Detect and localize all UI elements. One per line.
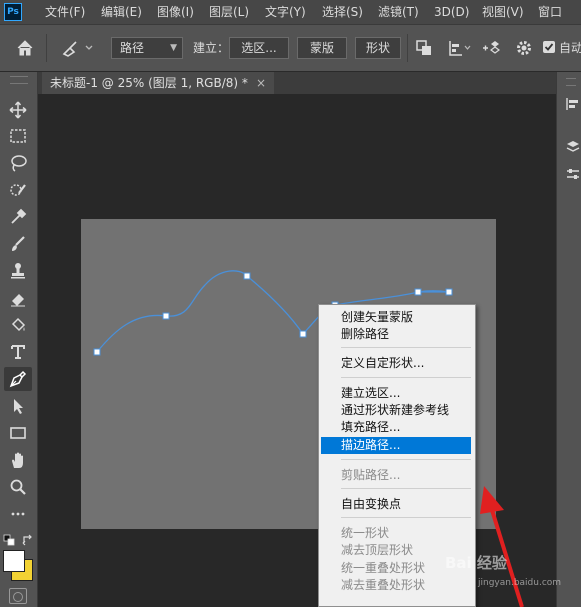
anchor-point[interactable] [445, 288, 453, 296]
menu-separator [341, 377, 471, 378]
menu-item-free-transform-points[interactable]: 自由变换点 [321, 496, 471, 513]
menu-separator [341, 459, 471, 460]
menu-item-new-guides-from-shape[interactable]: 通过形状新建参考线 [321, 402, 471, 419]
baidu-watermark: Bai 经验 [445, 554, 507, 572]
menu-item-fill-path[interactable]: 填充路径... [321, 419, 471, 436]
menu-item-stroke-path[interactable]: 描边路径... [321, 437, 471, 454]
anchor-point[interactable] [414, 288, 422, 296]
menu-item-create-vector-mask[interactable]: 创建矢量蒙版 [321, 309, 471, 326]
menu-item-clipping-path: 剪贴路径... [341, 468, 401, 482]
menu-item-exclude-overlapping-shapes: 减去重叠处形状 [341, 578, 426, 592]
menu-separator [341, 517, 471, 518]
anchor-point[interactable] [162, 312, 170, 320]
menu-item-make-selection[interactable]: 建立选区... [321, 385, 471, 402]
menu-separator [341, 347, 471, 348]
menu-item-unite-shapes: 统一形状 [341, 526, 390, 540]
anchor-point[interactable] [299, 330, 307, 338]
menu-separator [341, 488, 471, 489]
menu-item-define-custom-shape[interactable]: 定义自定形状... [321, 355, 471, 372]
anchor-point[interactable] [93, 348, 101, 356]
anchor-point[interactable] [243, 272, 251, 280]
menu-item-delete-path[interactable]: 删除路径 [321, 326, 471, 343]
baidu-watermark-url: jingyan.baidu.com [478, 578, 562, 588]
